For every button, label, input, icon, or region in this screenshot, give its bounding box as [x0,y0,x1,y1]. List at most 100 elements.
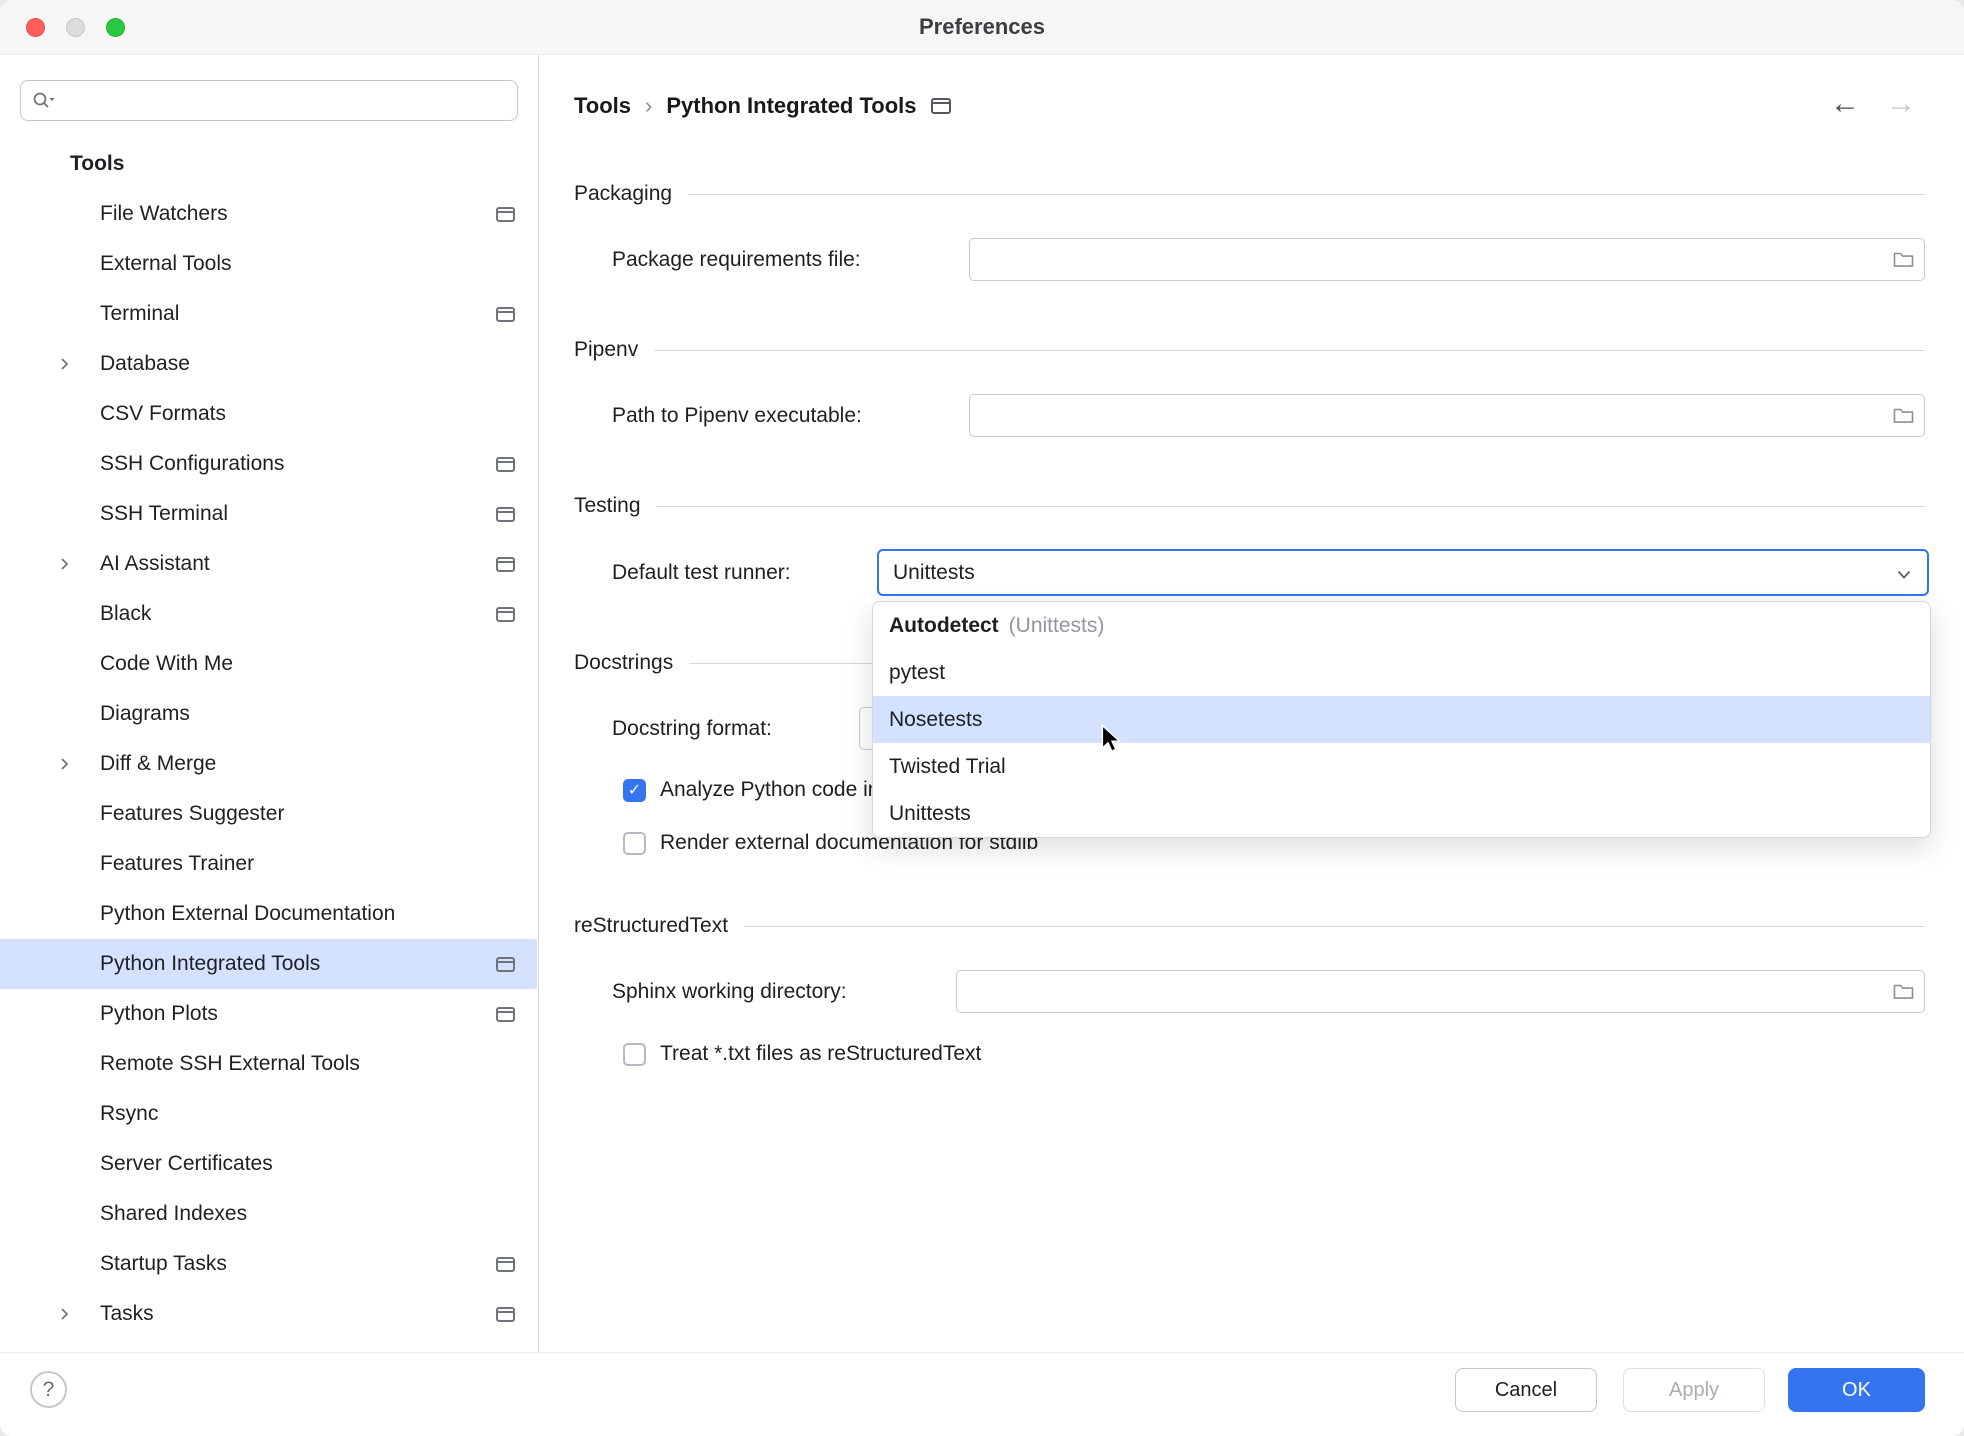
chevron-right-icon[interactable] [57,557,71,571]
sidebar-item-code-with-me[interactable]: Code With Me [0,639,537,689]
tool-window-icon [496,606,515,622]
sidebar-item-label: CSV Formats [100,402,227,425]
chevron-down-icon[interactable] [1897,570,1911,580]
dropdown-item-twisted-trial[interactable]: Twisted Trial [873,743,1930,790]
tool-window-icon [496,1306,515,1322]
tool-window-icon [496,506,515,522]
chevron-right-icon[interactable] [57,757,71,771]
dropdown-item-label: pytest [889,660,946,684]
sidebar-item-python-integrated-tools[interactable]: Python Integrated Tools [0,939,537,989]
sidebar-group-label: Tools [70,152,125,175]
sidebar-item-database[interactable]: Database [0,339,537,389]
breadcrumb-current: Python Integrated Tools [666,93,917,118]
settings-sidebar: Tools File Watchers External Tools Termi… [0,55,539,1352]
preferences-window: Preferences Tools File Watchers External… [0,0,1964,1436]
breadcrumb: Tools › Python Integrated Tools [574,84,951,128]
cancel-button[interactable]: Cancel [1455,1368,1597,1412]
sidebar-item-label: Shared Indexes [100,1202,248,1225]
sidebar-item-ssh-terminal[interactable]: SSH Terminal [0,489,537,539]
search-history-caret-icon [49,97,55,101]
sidebar-item-label: Terminal [100,302,180,325]
breadcrumb-separator-icon: › [645,93,653,118]
dropdown-item-nosetests[interactable]: Nosetests [873,696,1930,743]
test-runner-dropdown: Autodetect (Unittests) pytest Nosetests … [872,601,1931,838]
sidebar-item-csv-formats[interactable]: CSV Formats [0,389,537,439]
default-test-runner-combobox[interactable]: Unittests [877,549,1929,596]
dialog-footer: ? Cancel Apply OK [0,1352,1964,1436]
settings-search[interactable] [20,80,518,121]
sidebar-item-external-tools[interactable]: External Tools [0,239,537,289]
treat-txt-checkbox-row[interactable]: Treat *.txt files as reStructuredText [623,1042,981,1066]
sidebar-item-ai-assistant[interactable]: AI Assistant [0,539,537,589]
checkbox-unchecked-icon[interactable] [623,1042,646,1066]
sidebar-item-server-certificates[interactable]: Server Certificates [0,1139,537,1189]
sidebar-item-rsync[interactable]: Rsync [0,1089,537,1139]
sidebar-item-label: File Watchers [100,202,228,225]
sidebar-item-terminal[interactable]: Terminal [0,289,537,339]
section-pipenv: Pipenv [574,332,1925,368]
sidebar-item-label: Rsync [100,1102,159,1125]
sidebar-item-label: Python Plots [100,1002,218,1025]
default-test-runner-label: Default test runner: [612,561,791,584]
sidebar-item-label: Database [100,352,190,375]
sidebar-item-shared-indexes[interactable]: Shared Indexes [0,1189,537,1239]
dropdown-item-unittests[interactable]: Unittests [873,790,1930,837]
section-packaging: Packaging [574,176,1925,212]
section-divider [654,349,1925,351]
zoom-button[interactable] [106,18,125,37]
titlebar: Preferences [0,0,1964,55]
tool-window-icon [496,306,515,322]
sidebar-item-ssh-configurations[interactable]: SSH Configurations [0,439,537,489]
sidebar-item-label: Diff & Merge [100,752,217,775]
sidebar-item-diff-merge[interactable]: Diff & Merge [0,739,537,789]
sidebar-item-python-external-documentation[interactable]: Python External Documentation [0,889,537,939]
checkbox-checked-icon[interactable] [623,778,646,802]
sidebar-item-remote-ssh-external-tools[interactable]: Remote SSH External Tools [0,1039,537,1089]
sidebar-item-label: Python Integrated Tools [100,952,321,975]
close-button[interactable] [26,18,45,37]
back-arrow-icon[interactable]: ← [1830,86,1860,122]
docstring-format-label: Docstring format: [612,717,772,740]
tool-window-icon [496,206,515,222]
sidebar-item-label: Python External Documentation [100,902,396,925]
pipenv-path-input[interactable] [969,394,1925,437]
chevron-right-icon[interactable] [57,357,71,371]
sidebar-item-startup-tasks[interactable]: Startup Tasks [0,1239,537,1289]
section-divider [744,925,1925,927]
pipenv-path-label: Path to Pipenv executable: [612,404,862,427]
sidebar-item-features-suggester[interactable]: Features Suggester [0,789,537,839]
sidebar-item-label: Remote SSH External Tools [100,1052,360,1075]
section-restructuredtext: reStructuredText [574,908,1925,944]
package-requirements-input[interactable] [969,238,1925,281]
sidebar-item-label: SSH Configurations [100,452,285,475]
sidebar-item-python-plots[interactable]: Python Plots [0,989,537,1039]
tool-window-icon [496,1006,515,1022]
browse-folder-icon[interactable] [1893,250,1914,268]
sidebar-item-features-trainer[interactable]: Features Trainer [0,839,537,889]
sphinx-directory-input[interactable] [956,970,1925,1013]
apply-button: Apply [1623,1368,1765,1412]
sidebar-item-file-watchers[interactable]: File Watchers [0,189,537,239]
dropdown-item-autodetect[interactable]: Autodetect (Unittests) [873,602,1930,649]
sidebar-item-label: AI Assistant [100,552,210,575]
sidebar-item-tasks[interactable]: Tasks [0,1289,537,1339]
tool-window-icon [496,556,515,572]
checkbox-unchecked-icon[interactable] [623,831,646,855]
chevron-right-icon[interactable] [57,1307,71,1321]
help-button[interactable]: ? [30,1371,67,1408]
minimize-button[interactable] [66,18,85,37]
browse-folder-icon[interactable] [1893,982,1914,1000]
forward-arrow-icon: → [1886,87,1916,120]
sidebar-item-black[interactable]: Black [0,589,537,639]
breadcrumb-root[interactable]: Tools [574,93,631,119]
browse-folder-icon[interactable] [1893,406,1914,424]
sidebar-item-diagrams[interactable]: Diagrams [0,689,537,739]
search-input[interactable] [59,88,517,113]
checkbox-label: Treat *.txt files as reStructuredText [660,1042,982,1065]
sidebar-group-tools[interactable]: Tools [0,139,537,189]
dropdown-item-pytest[interactable]: pytest [873,649,1930,696]
sidebar-item-label: Server Certificates [100,1152,273,1175]
ok-button[interactable]: OK [1788,1368,1925,1412]
sidebar-item-label: External Tools [100,252,232,275]
section-divider [656,505,1925,507]
